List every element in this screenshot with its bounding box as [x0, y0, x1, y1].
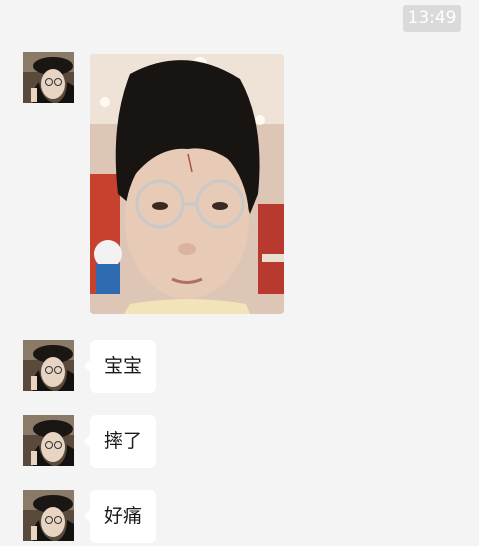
- avatar-image: [23, 490, 74, 541]
- contact-avatar[interactable]: [23, 52, 74, 103]
- avatar-image: [23, 52, 74, 103]
- contact-avatar[interactable]: [23, 490, 74, 541]
- shared-photo[interactable]: [90, 54, 284, 314]
- chat-window: 13:49 宝宝 摔了 好痛: [0, 0, 479, 546]
- contact-avatar[interactable]: [23, 415, 74, 466]
- message-bubble[interactable]: 摔了: [83, 415, 157, 468]
- avatar-image: [23, 340, 74, 391]
- message-bubble[interactable]: 宝宝: [83, 340, 157, 393]
- timestamp-badge: 13:49: [403, 5, 461, 32]
- message-bubble[interactable]: 好痛: [83, 490, 157, 543]
- selfie-photo-icon: [90, 54, 284, 314]
- contact-avatar[interactable]: [23, 340, 74, 391]
- avatar-image: [23, 415, 74, 466]
